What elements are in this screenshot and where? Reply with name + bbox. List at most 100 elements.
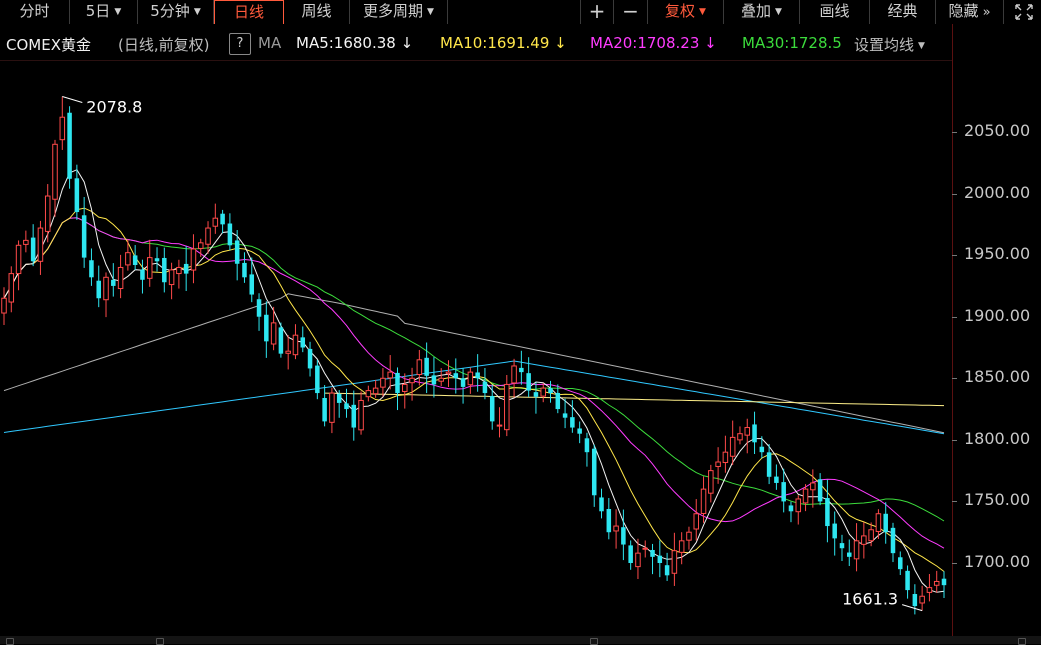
- candle-body: [795, 498, 802, 513]
- candle-body: [898, 557, 903, 570]
- price-tick-label: 1950.00: [964, 244, 1031, 264]
- candle-body: [89, 260, 94, 278]
- candle-body: [117, 266, 124, 290]
- candle-body: [526, 373, 531, 391]
- candle-body: [941, 578, 947, 586]
- candle-body: [613, 525, 619, 532]
- ma5-line: [3, 169, 945, 593]
- candle-body: [802, 488, 809, 504]
- candle-body: [300, 337, 306, 348]
- candle-body: [372, 387, 379, 395]
- candle-body: [409, 377, 415, 384]
- candle-body: [344, 403, 349, 410]
- candle-body: [657, 555, 663, 563]
- candle-body: [729, 436, 736, 457]
- candle-body: [292, 334, 299, 356]
- candle-body: [44, 195, 51, 232]
- candle-body: [351, 404, 357, 428]
- chart-scrollbar[interactable]: [0, 636, 1041, 645]
- candle-body: [111, 279, 116, 286]
- candle-body: [671, 550, 678, 574]
- candle-body: [504, 383, 510, 431]
- candle-body: [825, 498, 830, 527]
- candle-body: [270, 322, 277, 345]
- candlestick-chart[interactable]: 2078.8 1661.3: [0, 0, 952, 636]
- candle-body: [577, 428, 582, 434]
- candle-body: [197, 242, 204, 249]
- candle-body: [861, 535, 867, 545]
- candle-body: [511, 365, 517, 384]
- candle-body: [336, 393, 342, 403]
- candle-body: [562, 413, 568, 418]
- price-tick-label: 2000.00: [964, 182, 1031, 202]
- candle-body: [190, 248, 197, 271]
- candle-body: [162, 257, 167, 283]
- candle-body: [1, 297, 7, 314]
- candle-body: [460, 378, 466, 387]
- fullscreen-icon[interactable]: [1006, 0, 1041, 24]
- candle-body: [847, 552, 852, 557]
- candle-body: [146, 257, 153, 279]
- candle-body: [365, 390, 372, 398]
- candle-body: [496, 424, 503, 427]
- candle-body: [839, 543, 845, 549]
- candle-body: [438, 377, 444, 382]
- candle-body: [220, 213, 225, 225]
- candle-body: [737, 433, 743, 441]
- candle-body: [154, 258, 160, 262]
- candle-body: [868, 529, 874, 542]
- candle-body: [489, 396, 495, 422]
- candle-body: [752, 424, 757, 443]
- candle-body: [249, 274, 255, 295]
- candle-body: [722, 451, 729, 464]
- price-tick: [952, 193, 957, 195]
- candle-body: [759, 446, 765, 453]
- candle-body: [8, 273, 15, 303]
- candle-body: [322, 397, 327, 422]
- candle-body: [81, 215, 87, 258]
- candle-body: [693, 513, 700, 530]
- candle-body: [467, 371, 474, 386]
- candle-body: [315, 365, 320, 394]
- candle-body: [103, 276, 109, 301]
- candle-body: [183, 263, 189, 274]
- ma30-line: [3, 217, 945, 522]
- ma10-line: [3, 207, 945, 572]
- price-tick-label: 1700.00: [964, 552, 1031, 571]
- candle-body: [890, 527, 896, 554]
- price-tick: [952, 501, 957, 503]
- candle-body: [380, 377, 386, 388]
- candle-body: [278, 327, 284, 354]
- candle-body: [817, 479, 823, 502]
- candle-body: [606, 508, 612, 533]
- candle-body: [715, 461, 721, 467]
- price-tick: [952, 563, 957, 564]
- candle-body: [570, 417, 575, 428]
- candle-body: [30, 237, 36, 262]
- ma120-line: [3, 360, 945, 435]
- candle-body: [635, 552, 641, 568]
- candle-body: [52, 143, 58, 200]
- candle-body: [584, 438, 590, 453]
- ma250-line: [324, 392, 945, 407]
- candle-body: [387, 371, 393, 379]
- candle-body: [912, 594, 918, 607]
- candle-body: [168, 269, 175, 286]
- candle-body: [205, 227, 211, 245]
- candle-body: [416, 359, 423, 375]
- candle-body: [264, 314, 269, 342]
- candle-body: [766, 452, 772, 477]
- candle-body: [140, 269, 145, 280]
- low-price-label: 1661.3: [842, 590, 898, 609]
- candle-body: [74, 178, 80, 213]
- candle-body: [402, 383, 408, 392]
- candle-body: [540, 387, 546, 397]
- candle-body: [227, 223, 233, 246]
- low-marker-arrow: [901, 604, 923, 612]
- candle-body: [642, 547, 648, 550]
- candle-body: [686, 531, 692, 541]
- candle-body: [307, 348, 313, 369]
- candle-body: [919, 595, 925, 604]
- price-tick-label: 1800.00: [964, 428, 1031, 448]
- price-tick: [952, 439, 957, 441]
